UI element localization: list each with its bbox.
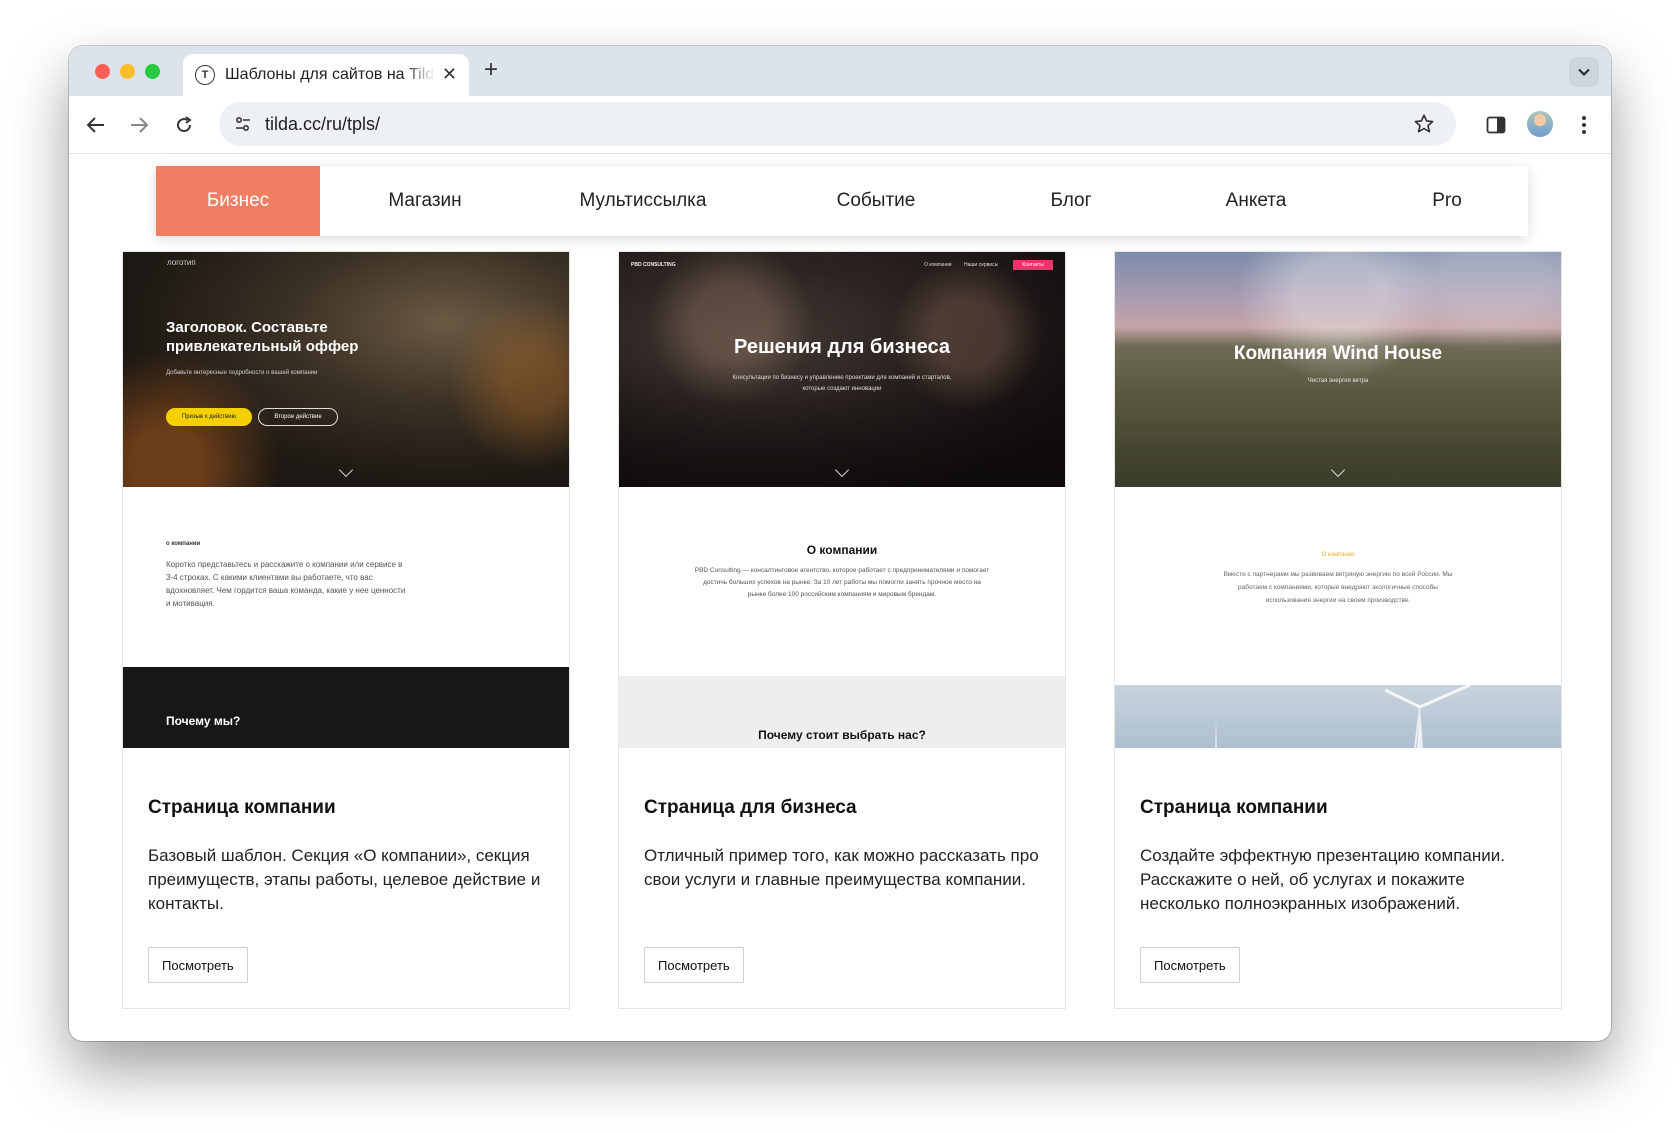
- preview-gray-section: Почему стоит выбрать нас?: [619, 676, 1065, 748]
- preview-secondary-button: Второе действие: [258, 408, 338, 426]
- card-description: Создайте эффектную презентацию компании.…: [1140, 846, 1505, 913]
- card-title: Страница для бизнеса: [644, 797, 857, 818]
- browser-toolbar: tilda.cc/ru/tpls/: [69, 96, 1611, 154]
- tab-title: Шаблоны для сайтов на Tilda: [225, 66, 435, 83]
- page-content: Бизнес Магазин Мультиссылка Событие Блог…: [69, 154, 1611, 1041]
- back-arrow-icon[interactable]: [81, 110, 111, 140]
- tab-strip: T Шаблоны для сайтов на Tilda ✕ +: [69, 46, 1611, 96]
- hero-photo: PBD CONSULTING О компании Наши сервисы К…: [619, 252, 1065, 487]
- template-preview-image[interactable]: логотип Заголовок. Составьте привлекател…: [123, 252, 569, 748]
- maximize-window-button[interactable]: [145, 64, 160, 79]
- preview-dark-section: Почему мы?: [123, 667, 569, 748]
- forward-arrow-icon[interactable]: [124, 110, 154, 140]
- preview-section-label: О компании: [1321, 552, 1355, 558]
- preview-nav-item: Наши сервисы: [964, 262, 999, 268]
- preview-section-text: Вместе с партнерами мы развиваем ветряну…: [1223, 571, 1453, 604]
- close-tab-icon[interactable]: ✕: [442, 64, 457, 85]
- tab-business[interactable]: Бизнес: [156, 166, 320, 236]
- hero-photo: Компания Wind House Чистая энергия ветра: [1115, 252, 1561, 487]
- site-settings-icon[interactable]: [229, 110, 257, 138]
- preview-subline: Чистая энергия ветра: [1307, 378, 1369, 384]
- tab-search-chevron-icon[interactable]: [1569, 57, 1599, 87]
- tab-event[interactable]: Событие: [756, 166, 996, 236]
- template-preview-image[interactable]: Компания Wind House Чистая энергия ветра…: [1115, 252, 1561, 748]
- preview-primary-button: Призыв к действию: [166, 408, 252, 426]
- template-card[interactable]: PBD CONSULTING О компании Наши сервисы К…: [618, 251, 1066, 1009]
- tab-pro[interactable]: Pro: [1366, 166, 1528, 236]
- profile-avatar[interactable]: [1527, 111, 1553, 137]
- preview-section-label: о компании: [166, 541, 201, 547]
- preview-headline: Решения для бизнеса: [733, 336, 950, 358]
- minimize-window-button[interactable]: [120, 64, 135, 79]
- preview-wind-turbine-photo: [1115, 685, 1561, 748]
- close-window-button[interactable]: [95, 64, 110, 79]
- tab-form[interactable]: Анкета: [1146, 166, 1366, 236]
- preview-nav-item: О компании: [924, 262, 952, 268]
- template-card[interactable]: логотип Заголовок. Составьте привлекател…: [122, 251, 570, 1009]
- card-description: Базовый шаблон. Секция «О компании», сек…: [148, 846, 541, 913]
- template-preview-image[interactable]: PBD CONSULTING О компании Наши сервисы К…: [619, 252, 1065, 748]
- preview-headline: Компания Wind House: [1233, 343, 1443, 364]
- template-card[interactable]: Компания Wind House Чистая энергия ветра…: [1114, 251, 1562, 1009]
- more-menu-icon[interactable]: [1569, 110, 1599, 140]
- hero-photo: логотип Заголовок. Составьте привлекател…: [123, 252, 569, 487]
- tab-multilink[interactable]: Мультиссылка: [530, 166, 756, 236]
- url-text[interactable]: tilda.cc/ru/tpls/: [265, 114, 380, 135]
- view-template-button[interactable]: Посмотреть: [148, 947, 248, 983]
- preview-nav-button: Контакты: [1013, 260, 1053, 270]
- preview-headline: Заголовок. Составьте привлекательный офф…: [166, 319, 359, 355]
- bookmark-star-icon[interactable]: [1410, 110, 1438, 138]
- new-tab-plus-icon[interactable]: +: [484, 56, 498, 84]
- preview-logo: логотип: [167, 258, 196, 267]
- tab-blog[interactable]: Блог: [996, 166, 1146, 236]
- tab-shop[interactable]: Магазин: [320, 166, 530, 236]
- view-template-button[interactable]: Посмотреть: [644, 947, 744, 983]
- card-description: Отличный пример того, как можно рассказа…: [644, 846, 1039, 889]
- preview-section-text: Коротко представьтесь и расскажите о ком…: [166, 560, 406, 608]
- browser-window: T Шаблоны для сайтов на Tilda ✕ + tilda.…: [69, 46, 1611, 1041]
- preview-subline: Добавьте интересные подробности о вашей …: [166, 370, 318, 376]
- address-bar[interactable]: tilda.cc/ru/tpls/: [219, 102, 1456, 146]
- reload-icon[interactable]: [169, 110, 199, 140]
- card-title: Страница компании: [148, 797, 336, 818]
- browser-tab[interactable]: T Шаблоны для сайтов на Tilda ✕: [183, 54, 469, 96]
- preview-logo: PBD CONSULTING: [631, 262, 676, 268]
- tilda-favicon-icon: T: [195, 65, 215, 85]
- category-tabs: Бизнес Магазин Мультиссылка Событие Блог…: [156, 166, 1528, 236]
- view-template-button[interactable]: Посмотреть: [1140, 947, 1240, 983]
- card-title: Страница компании: [1140, 797, 1328, 818]
- preview-section-title: О компании: [806, 543, 878, 557]
- preview-subline: Консультации по бизнесу и управлению про…: [732, 375, 952, 392]
- preview-bottom-heading: Почему мы?: [166, 714, 241, 728]
- side-panel-icon[interactable]: [1481, 110, 1511, 140]
- preview-bottom-heading: Почему стоит выбрать нас?: [758, 728, 926, 742]
- preview-section-text: PBD Consulting — консалтинговое агентств…: [694, 567, 990, 598]
